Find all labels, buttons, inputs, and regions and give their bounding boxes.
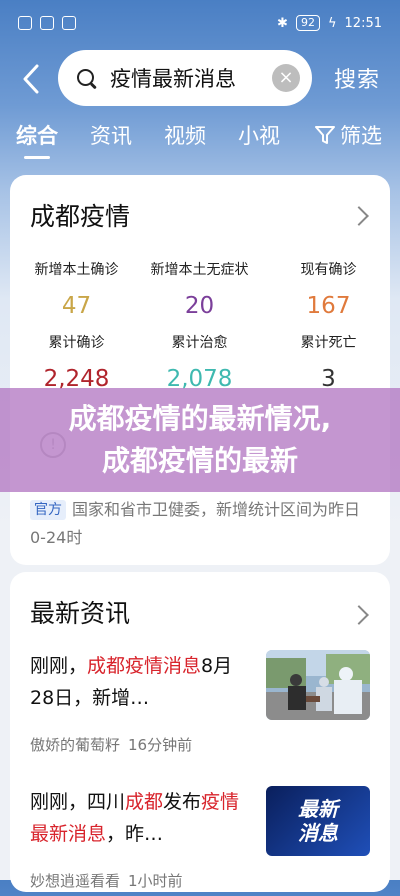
title-text: 发布 <box>163 791 202 813</box>
news-thumbnail[interactable]: 最新 消息 <box>266 786 370 856</box>
stat-label: 现有确诊 <box>300 262 357 278</box>
title-text: ，昨… <box>106 823 164 845</box>
stat-label: 新增本土确诊 <box>34 262 119 278</box>
app-notification-icon <box>40 16 54 30</box>
stat-new-local-asymptomatic: 新增本土无症状 20 <box>133 259 266 319</box>
clear-icon[interactable]: × <box>272 64 300 92</box>
stat-label: 新增本土无症状 <box>150 262 249 278</box>
status-right: ✱ 92 ϟ 12:51 <box>277 15 382 31</box>
app-notification-icon <box>18 16 32 30</box>
search-query[interactable]: 疫情最新消息 <box>110 63 272 93</box>
active-tab-indicator <box>24 156 50 159</box>
stat-label: 累计死亡 <box>300 335 357 351</box>
tab-news[interactable]: 资讯 <box>90 120 132 150</box>
sim-icon <box>62 16 76 30</box>
bluetooth-icon: ✱ <box>277 15 288 31</box>
latest-news-title: 最新资讯 <box>30 599 131 628</box>
stat-label: 累计治愈 <box>171 335 228 351</box>
status-bar: ✱ 92 ϟ 12:51 <box>0 0 400 48</box>
banner-text: 成都疫情的最新情况,成都疫情的最新 <box>68 402 332 477</box>
news-meta: 妙想逍遥看看 1小时前 <box>30 870 183 891</box>
stat-new-local-confirmed: 新增本土确诊 47 <box>10 259 143 319</box>
tab-comprehensive[interactable]: 综合 <box>16 120 58 150</box>
news-title[interactable]: 刚刚，四川成都发布疫情最新消息，昨… <box>30 786 250 850</box>
thumb-text: 最新 <box>298 797 338 821</box>
search-button[interactable]: 搜索 <box>334 62 380 94</box>
news-title[interactable]: 刚刚，成都疫情消息8月28日，新增… <box>30 650 250 714</box>
title-text: 刚刚，四川 <box>30 791 126 813</box>
status-time: 12:51 <box>344 15 382 31</box>
stat-total-deaths: 累计死亡 3 <box>262 332 395 392</box>
tab-video[interactable]: 视频 <box>164 120 206 150</box>
news-meta: 傲娇的葡萄籽 16分钟前 <box>30 734 192 755</box>
title-highlight: 成都 <box>125 791 164 813</box>
stat-value: 20 <box>184 293 215 319</box>
chevron-left-icon <box>23 64 39 94</box>
stat-total-confirmed: 累计确诊 2,248 <box>10 332 143 392</box>
tab-bar: 综合 资讯 视频 小视 筛选 <box>0 120 400 160</box>
title-overlay-banner: 成都疫情的最新情况,成都疫情的最新 <box>0 388 400 492</box>
news-source: 妙想逍遥看看 <box>30 872 121 890</box>
stat-current-confirmed: 现有确诊 167 <box>262 259 395 319</box>
news-item[interactable]: 刚刚，成都疫情消息8月28日，新增… 傲娇的葡萄籽 16分钟前 <box>30 650 370 760</box>
back-button[interactable] <box>14 60 48 96</box>
news-time: 1小时前 <box>128 872 183 890</box>
battery-icon: 92 <box>295 15 320 31</box>
epidemic-card-title: 成都疫情 <box>30 202 131 231</box>
tab-short-video[interactable]: 小视 <box>238 120 280 150</box>
title-highlight: 成都疫情消息 <box>87 655 202 677</box>
filter-label: 筛选 <box>340 124 382 148</box>
status-left-icons <box>18 16 76 30</box>
chevron-right-icon[interactable] <box>349 605 369 625</box>
news-photo <box>266 650 370 720</box>
stat-value: 167 <box>306 293 351 319</box>
search-input[interactable]: 疫情最新消息 × <box>58 50 312 106</box>
news-thumbnail[interactable] <box>266 650 370 720</box>
stat-label: 累计确诊 <box>48 335 105 351</box>
stat-total-cured: 累计治愈 2,078 <box>133 332 266 392</box>
news-source: 傲娇的葡萄籽 <box>30 736 121 754</box>
search-header: 疫情最新消息 × 搜索 <box>0 48 400 108</box>
stat-value: 47 <box>61 293 92 319</box>
news-time: 16分钟前 <box>128 736 193 754</box>
note-text: 国家和省市卫健委，新增统计区间为昨日0-24时 <box>30 500 361 547</box>
official-tag: 官方 <box>30 500 66 520</box>
title-text: 刚刚， <box>30 655 88 677</box>
charging-icon: ϟ <box>327 15 337 31</box>
latest-news-card: 最新资讯 刚刚，成都疫情消息8月28日，新增… 傲娇的葡萄籽 16分钟前 刚刚，四… <box>10 572 390 892</box>
data-source-note: 官方 国家和省市卫健委，新增统计区间为昨日0-24时 <box>30 496 375 552</box>
filter-button[interactable]: 筛选 <box>314 120 382 150</box>
thumb-text: 消息 <box>298 821 338 845</box>
chevron-right-icon[interactable] <box>349 206 369 226</box>
search-icon <box>76 68 96 88</box>
filter-icon <box>315 126 335 144</box>
